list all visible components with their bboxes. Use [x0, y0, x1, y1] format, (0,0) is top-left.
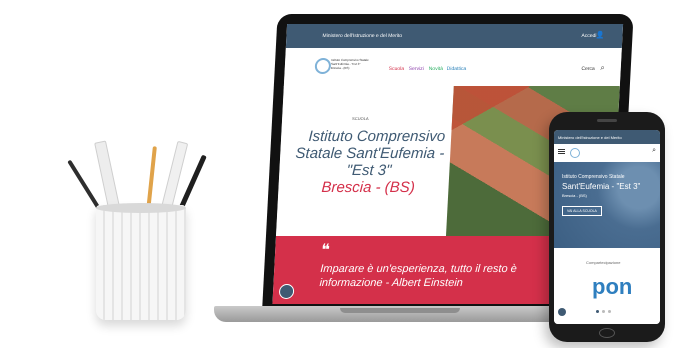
user-icon[interactable]: 👤 — [596, 31, 605, 39]
search-label[interactable]: Cerca — [581, 66, 595, 72]
nav-item-servizi[interactable]: Servizi — [409, 66, 424, 72]
phone-accessibility-icon[interactable] — [558, 308, 566, 316]
phone-title-big: Sant'Eufemia - "Est 3" — [562, 182, 641, 191]
accessibility-icon[interactable] — [278, 284, 295, 299]
hero-title-line-1: Istituto Comprensivo — [308, 128, 446, 145]
nav-item-novita[interactable]: Novità — [429, 66, 444, 72]
site-topbar: Ministero dell'Istruzione e del Merito A… — [285, 24, 624, 48]
phone-partner-label: Compartecipazione — [586, 260, 621, 265]
nav-item-didattica[interactable]: Didattica — [447, 66, 467, 72]
phone-school-logo[interactable] — [570, 148, 580, 158]
pencil-cup — [96, 205, 186, 320]
phone-go-button[interactable]: VAI ALLA SCUOLA — [562, 206, 602, 216]
quote-open-icon: ❝ — [320, 242, 331, 259]
quote-line-2: informazione - Albert Einstein — [319, 277, 464, 289]
hero-city: Brescia - (BS) — [321, 179, 416, 196]
hero-title-line-2: Statale Sant'Eufemia - — [295, 145, 445, 162]
school-logo[interactable] — [314, 58, 332, 74]
search-icon[interactable]: ⌕ — [600, 63, 605, 73]
phone-navbar: ⌕ — [554, 144, 660, 163]
phone-ministry-link[interactable]: Ministero dell'Istruzione e del Merito — [558, 135, 622, 140]
quote-text: Imparare è un'esperienza, tutto il resto… — [319, 262, 517, 290]
hero-title: Istituto Comprensivo Statale Sant'Eufemi… — [293, 128, 446, 196]
nav-item-scuola[interactable]: Scuola — [389, 66, 405, 72]
phone-speaker — [597, 119, 617, 122]
quote-line-1: Imparare è un'esperienza, tutto il resto… — [319, 263, 518, 275]
hamburger-icon[interactable] — [558, 149, 565, 150]
pon-logo: pon — [592, 274, 633, 299]
phone-display: Ministero dell'Istruzione e del Merito ⌕… — [554, 130, 660, 324]
phone-hero: Istituto Comprensivo Statale Sant'Eufemi… — [554, 162, 660, 248]
site-navbar: Istituto Comprensivo Statale Sant'Eufemi… — [283, 48, 622, 87]
login-link[interactable]: Accedi — [581, 33, 596, 39]
phone-city: Brescia - (BS) — [562, 193, 587, 198]
ministry-link[interactable]: Ministero dell'Istruzione e del Merito — [322, 33, 402, 39]
smartphone: Ministero dell'Istruzione e del Merito ⌕… — [549, 112, 665, 342]
phone-search-icon[interactable]: ⌕ — [652, 147, 656, 155]
carousel-dot-2[interactable] — [602, 310, 605, 313]
hero-kicker: SCUOLA — [352, 116, 369, 121]
phone-body: Compartecipazione pon — [554, 248, 660, 324]
phone-home-button — [599, 328, 615, 338]
carousel-dot-3[interactable] — [608, 310, 611, 313]
hero-title-line-3: "Est 3" — [346, 162, 392, 179]
carousel-dot-1[interactable] — [596, 310, 599, 313]
school-name-small: Istituto Comprensivo Statale Sant'Eufemi… — [330, 58, 369, 70]
phone-topbar: Ministero dell'Istruzione e del Merito — [554, 130, 660, 144]
laptop-trackpad-notch — [340, 308, 460, 313]
phone-title-small: Istituto Comprensivo Statale — [562, 174, 625, 180]
hero-text-panel: SCUOLA Istituto Comprensivo Statale Sant… — [275, 86, 454, 236]
cup-rim — [96, 203, 186, 213]
